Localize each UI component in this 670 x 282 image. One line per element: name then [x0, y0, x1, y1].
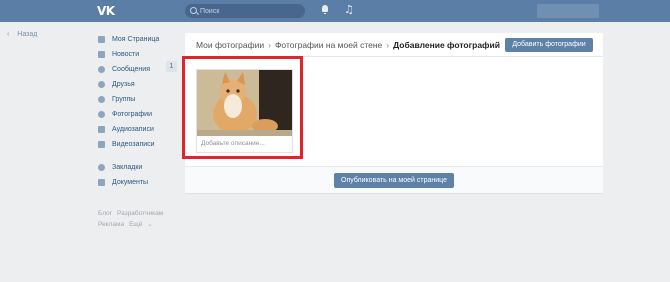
sidebar-item-label: Документы	[112, 179, 149, 186]
messages-count-badge: 1	[166, 61, 177, 72]
audio-icon	[98, 126, 105, 133]
footer-link-developers[interactable]: Разработчикам	[117, 210, 163, 217]
add-photos-button[interactable]: Добавить фотографии	[505, 38, 593, 52]
panel-footer: Опубликовать на моей странице	[185, 166, 603, 193]
search-icon	[190, 7, 197, 14]
breadcrumb-separator: ›	[268, 40, 271, 50]
sidebar-item-news[interactable]: Новости	[98, 47, 159, 62]
sidebar-item-documents[interactable]: Документы	[98, 175, 159, 190]
sidebar-item-video[interactable]: Видеозаписи	[98, 137, 159, 152]
breadcrumb-current: Добавление фотографий	[393, 40, 500, 50]
footer-link-more[interactable]: Ещё	[129, 221, 142, 228]
sidebar-item-groups[interactable]: Группы	[98, 92, 159, 107]
breadcrumb: Мои фотографии › Фотографии на моей стене ›…	[196, 40, 500, 50]
sidebar-item-label: Закладки	[112, 164, 143, 171]
chevron-down-icon: ⌄	[147, 221, 153, 228]
top-bar: VK ♫	[0, 0, 670, 22]
sidebar-item-label: Друзья	[112, 81, 135, 88]
breadcrumb-my-photos[interactable]: Мои фотографии	[196, 40, 264, 50]
highlight-frame	[182, 56, 303, 159]
sidebar-footer-links: Блог Разработчикам Реклама Ещё ⌄	[98, 208, 168, 230]
sidebar-item-friends[interactable]: Друзья	[98, 77, 159, 92]
sidebar-item-bookmarks[interactable]: Закладки	[98, 160, 159, 175]
user-menu[interactable]	[537, 4, 599, 18]
photos-icon	[98, 111, 105, 118]
breadcrumb-wall-photos[interactable]: Фотографии на моей стене	[275, 40, 382, 50]
search-box[interactable]	[185, 4, 305, 18]
footer-link-ads[interactable]: Реклама	[98, 221, 124, 228]
video-icon	[98, 141, 105, 148]
breadcrumb-separator: ›	[386, 40, 390, 50]
sidebar-item-audio[interactable]: Аудиозаписи	[98, 122, 159, 137]
back-label: Назад	[17, 31, 38, 38]
sidebar-item-my-page[interactable]: Моя Страница	[98, 32, 159, 47]
sidebar-item-messages[interactable]: Сообщения	[98, 62, 159, 77]
messages-icon	[98, 66, 105, 73]
home-icon	[98, 36, 105, 43]
music-icon[interactable]: ♫	[344, 3, 354, 16]
sidebar-menu: Моя Страница Новости Сообщения Друзья Гр…	[98, 32, 159, 190]
sidebar-item-label: Видеозаписи	[112, 141, 155, 148]
sidebar-item-label: Группы	[112, 96, 136, 103]
search-input[interactable]	[200, 4, 300, 18]
sidebar-item-label: Новости	[112, 51, 140, 58]
back-link[interactable]: ‹ Назад	[7, 31, 37, 38]
friends-icon	[98, 81, 105, 88]
sidebar-item-label: Аудиозаписи	[112, 126, 154, 133]
news-icon	[98, 51, 105, 58]
sidebar-item-label: Фотографии	[112, 111, 153, 118]
sidebar-item-photos[interactable]: Фотографии	[98, 107, 159, 122]
chevron-left-icon: ‹	[7, 31, 10, 38]
bookmarks-icon	[98, 164, 105, 171]
groups-icon	[98, 96, 105, 103]
publish-button[interactable]: Опубликовать на моей странице	[334, 173, 454, 188]
panel-header: Мои фотографии › Фотографии на моей стене ›…	[185, 33, 603, 57]
footer-link-blog[interactable]: Блог	[98, 210, 112, 217]
sidebar-item-label: Сообщения	[112, 66, 150, 73]
notifications-bell-icon[interactable]	[321, 5, 329, 14]
documents-icon	[98, 179, 105, 186]
sidebar-divider	[98, 152, 159, 160]
vk-logo[interactable]: VK	[97, 4, 115, 18]
sidebar-item-label: Моя Страница	[112, 36, 160, 43]
